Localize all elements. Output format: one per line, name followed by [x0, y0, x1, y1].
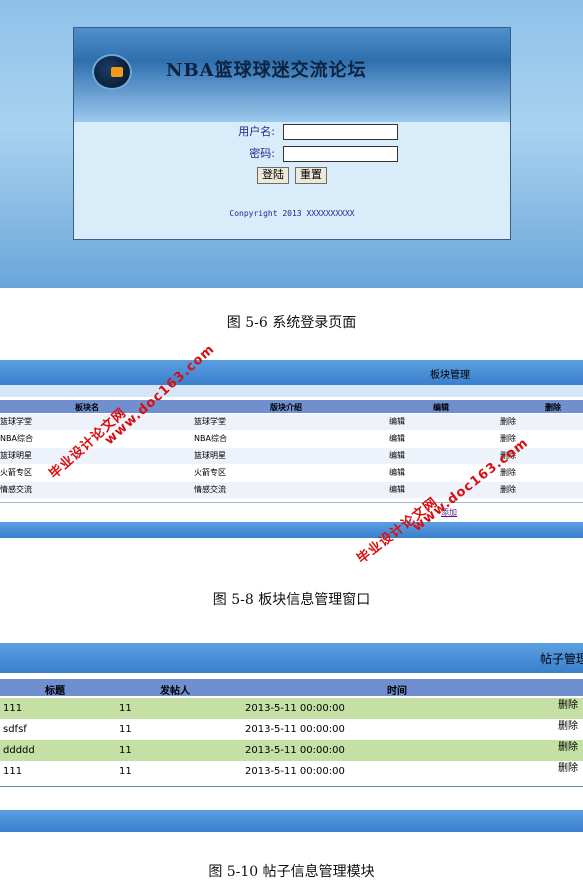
board-title: 板块管理	[430, 370, 470, 381]
posts-table-header	[0, 679, 583, 696]
table-row: 111 11 2013-5-11 00:00:00 删除	[0, 698, 583, 719]
copyright-text: Conpyright 2013 XXXXXXXXXX	[229, 209, 355, 218]
caption-fig2: 图 5-8 板块信息管理窗口	[212, 592, 371, 608]
board-header-bar	[0, 360, 583, 385]
board-intro: 情感交流	[194, 485, 226, 494]
board-footer-bar	[0, 522, 583, 538]
edit-link[interactable]: 编辑	[389, 431, 405, 447]
delete-link[interactable]: 删除	[558, 719, 578, 735]
post-author: 11	[119, 703, 132, 714]
edit-link[interactable]: 编辑	[389, 482, 405, 498]
posts-footer-bar	[0, 810, 583, 832]
board-divider	[0, 502, 583, 503]
post-time: 2013-5-11 00:00:00	[245, 766, 345, 777]
login-panel: NBA篮球球迷交流论坛 用户名: 密码: 登陆 重置 Conpyright 20…	[73, 27, 511, 240]
delete-link[interactable]: 删除	[500, 482, 516, 498]
login-screenshot: NBA篮球球迷交流论坛 用户名: 密码: 登陆 重置 Conpyright 20…	[0, 0, 583, 288]
delete-link[interactable]: 删除	[558, 761, 578, 777]
logo-dot	[111, 67, 123, 77]
board-name: 火箭专区	[0, 468, 32, 477]
post-author: 11	[119, 724, 132, 735]
post-title: 111	[3, 703, 23, 714]
post-title: ddddd	[3, 745, 35, 756]
table-row: 情感交流 情感交流 编辑 删除	[0, 482, 583, 498]
password-input[interactable]	[283, 146, 398, 162]
username-label: 用户名:	[238, 125, 275, 138]
login-button[interactable]: 登陆	[257, 167, 289, 184]
board-intro: 火箭专区	[194, 468, 226, 477]
delete-link[interactable]: 删除	[500, 414, 516, 430]
board-col-edit: 编辑	[433, 403, 449, 412]
board-intro: 篮球学堂	[194, 417, 226, 426]
table-row: 111 11 2013-5-11 00:00:00 删除	[0, 761, 583, 782]
edit-link[interactable]: 编辑	[389, 414, 405, 430]
posts-divider	[0, 786, 583, 787]
board-intro: NBA综合	[194, 434, 227, 443]
username-input[interactable]	[283, 124, 398, 140]
caption-fig3: 图 5-10 帖子信息管理模块	[208, 864, 375, 880]
board-name: 情感交流	[0, 485, 32, 494]
posts-col-author: 发帖人	[160, 686, 190, 697]
post-title: 111	[3, 766, 23, 777]
table-row: sdfsf 11 2013-5-11 00:00:00 删除	[0, 719, 583, 740]
board-strip	[0, 385, 583, 397]
reset-button[interactable]: 重置	[295, 167, 327, 184]
site-title: NBA篮球球迷交流论坛	[166, 60, 367, 81]
posts-header-bar	[0, 643, 583, 673]
post-time: 2013-5-11 00:00:00	[245, 724, 345, 735]
logo-icon	[92, 54, 132, 90]
login-banner: NBA篮球球迷交流论坛	[74, 28, 510, 122]
board-intro: 篮球明星	[194, 451, 226, 460]
board-name: NBA综合	[0, 434, 33, 443]
delete-link[interactable]: 删除	[558, 740, 578, 756]
caption-fig1: 图 5-6 系统登录页面	[226, 315, 357, 331]
delete-link[interactable]: 删除	[558, 698, 578, 714]
post-time: 2013-5-11 00:00:00	[245, 745, 345, 756]
posts-title: 帖子管理	[540, 652, 583, 666]
post-title: sdfsf	[3, 724, 27, 735]
board-name: 篮球明星	[0, 451, 32, 460]
posts-col-title: 标题	[45, 686, 65, 697]
post-author: 11	[119, 766, 132, 777]
edit-link[interactable]: 编辑	[389, 448, 405, 464]
board-col-delete: 删除	[545, 403, 561, 412]
post-time: 2013-5-11 00:00:00	[245, 703, 345, 714]
board-name: 篮球学堂	[0, 417, 32, 426]
post-author: 11	[119, 745, 132, 756]
password-label: 密码:	[249, 147, 275, 160]
board-col-intro: 版块介绍	[270, 403, 302, 412]
table-row: ddddd 11 2013-5-11 00:00:00 删除	[0, 740, 583, 761]
posts-col-time: 时间	[387, 686, 407, 697]
board-col-name: 板块名	[75, 403, 99, 412]
edit-link[interactable]: 编辑	[389, 465, 405, 481]
